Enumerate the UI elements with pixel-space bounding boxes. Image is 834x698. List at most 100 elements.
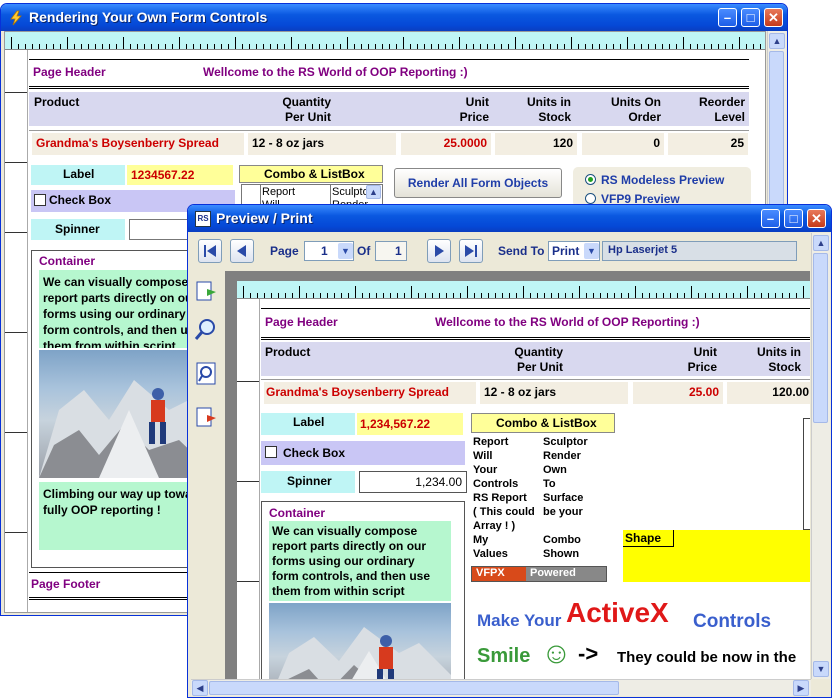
main-col-units-on-order: Units On Order: [611, 95, 661, 124]
ruler-tick: [369, 293, 370, 298]
ruler-tick: [515, 37, 516, 49]
main-checkbox-label: Check Box: [49, 193, 112, 207]
preview-close-button[interactable]: ✕: [807, 209, 826, 228]
preview-hscroll-thumb[interactable]: [209, 681, 619, 695]
first-page-button[interactable]: [198, 239, 222, 263]
preview-page-area: Page Header Wellcome to the RS World of …: [225, 271, 810, 679]
zoom-icon[interactable]: [194, 317, 220, 343]
printer-field: Hp Laserjet 5: [602, 241, 797, 261]
radio-vfp9-preview[interactable]: [585, 193, 596, 204]
main-titlebar[interactable]: Rendering Your Own Form Controls – □ ✕: [1, 4, 787, 31]
preview-scroll-down-arrow[interactable]: ▼: [813, 661, 829, 677]
main-list-scroll-up-arrow[interactable]: ▲: [366, 185, 381, 199]
preview-maximize-button[interactable]: □: [784, 209, 803, 228]
preview-horizontal-scrollbar[interactable]: ◀ ▶: [191, 679, 811, 696]
ruler-tick: [102, 44, 103, 49]
last-page-button[interactable]: [459, 239, 483, 263]
preview-container-text: We can visually compose report parts dir…: [269, 521, 451, 601]
ruler-tick: [445, 44, 446, 49]
ruler-tick: [599, 44, 600, 49]
ruler-tick: [683, 37, 684, 49]
ruler-tick: [740, 293, 741, 298]
main-checkbox[interactable]: [34, 194, 46, 206]
send-to-select[interactable]: Print ▼: [548, 241, 600, 261]
ruler-tick: [32, 44, 33, 49]
preview-scroll-right-arrow[interactable]: ▶: [793, 680, 809, 696]
preview-climber-image: [269, 603, 451, 679]
ruler-tick: [698, 293, 699, 298]
preview-checkbox-label: Check Box: [283, 446, 346, 460]
ruler-tick: [319, 44, 320, 49]
ruler-tick: [796, 293, 797, 298]
ruler-tick: [130, 44, 131, 49]
preview-list-entry: My: [473, 534, 489, 546]
ruler-tick: [446, 293, 447, 298]
make-your-text: Make Your: [477, 611, 562, 630]
radio-modeless-preview[interactable]: [585, 174, 596, 185]
main-list-cell: Sculpto: [332, 186, 369, 198]
main-scroll-thumb[interactable]: [769, 51, 784, 221]
ruler-tick: [382, 44, 383, 49]
preview-list-entry: To: [543, 478, 556, 490]
ruler-tick: [207, 44, 208, 49]
main-scroll-up-arrow[interactable]: ▲: [769, 33, 785, 49]
ruler-tick: [410, 44, 411, 49]
ruler-tick: [292, 293, 293, 298]
ruler-tick: [711, 44, 712, 49]
preview-scroll-up-arrow[interactable]: ▲: [813, 235, 829, 251]
preview-list-entry: Controls: [473, 478, 519, 490]
preview-label-caption-box: Label: [261, 413, 355, 435]
ruler-tick: [81, 44, 82, 49]
preview-scroll-left-arrow[interactable]: ◀: [192, 680, 208, 696]
next-page-button[interactable]: [427, 239, 451, 263]
ruler-tick: [669, 44, 670, 49]
ruler-tick: [425, 293, 426, 298]
ruler-tick: [690, 44, 691, 49]
ruler-tick: [705, 293, 706, 298]
preview-list-entry: Surface: [543, 492, 584, 504]
render-all-button[interactable]: Render All Form Objects: [394, 168, 562, 198]
ruler-tick: [578, 44, 579, 49]
zoom-page-icon[interactable]: [194, 361, 220, 387]
guide-line: [237, 581, 259, 582]
export-page-icon[interactable]: [194, 279, 220, 305]
main-field-reorder-level: 25: [668, 133, 748, 155]
ruler-tick: [627, 37, 628, 49]
guide-line: [237, 481, 259, 482]
ruler-tick: [782, 293, 783, 298]
preview-field-quantity: 12 - 8 oz jars: [480, 382, 628, 404]
preview-scroll-thumb[interactable]: [813, 253, 828, 423]
preview-list-entry: Own: [543, 464, 567, 476]
main-maximize-button[interactable]: □: [741, 8, 760, 27]
main-minimize-button[interactable]: –: [718, 8, 737, 27]
main-close-button[interactable]: ✕: [764, 8, 783, 27]
preview-minimize-button[interactable]: –: [761, 209, 780, 228]
ruler-tick: [403, 37, 404, 49]
ruler-tick: [648, 44, 649, 49]
preview-vertical-scrollbar[interactable]: ▲ ▼: [811, 233, 830, 679]
preview-shape-caption-box: Shape: [623, 530, 674, 547]
preview-titlebar[interactable]: RS Preview / Print – □ ✕: [188, 205, 831, 232]
prev-page-button[interactable]: [230, 239, 254, 263]
ruler-tick: [431, 44, 432, 49]
preview-list-col2: Sculptor Render Own To Surface be your Combo Sh…: [543, 435, 613, 561]
page-select[interactable]: 1 ▼: [304, 241, 354, 261]
ruler-tick: [333, 44, 334, 49]
ruler-tick: [768, 293, 769, 298]
page-dropdown-arrow[interactable]: ▼: [338, 243, 353, 259]
ruler-tick: [424, 44, 425, 49]
ruler-tick: [67, 37, 68, 49]
print-export-icon[interactable]: [194, 405, 220, 431]
preview-col-quantity: Quantity Per Unit: [514, 345, 563, 374]
ruler-tick: [347, 37, 348, 49]
preview-spinner-caption-box: Spinner: [261, 471, 355, 493]
main-container-caption: Container: [39, 254, 96, 268]
ruler-tick: [558, 293, 559, 298]
preview-page-header-title: Wellcome to the RS World of OOP Reportin…: [435, 315, 700, 329]
send-to-dropdown-arrow[interactable]: ▼: [584, 243, 599, 259]
ruler-tick: [326, 44, 327, 49]
ruler-tick: [712, 293, 713, 298]
ruler-tick: [418, 293, 419, 298]
ruler-tick: [467, 286, 468, 298]
main-combo-caption-box: Combo & ListBox: [239, 165, 383, 183]
